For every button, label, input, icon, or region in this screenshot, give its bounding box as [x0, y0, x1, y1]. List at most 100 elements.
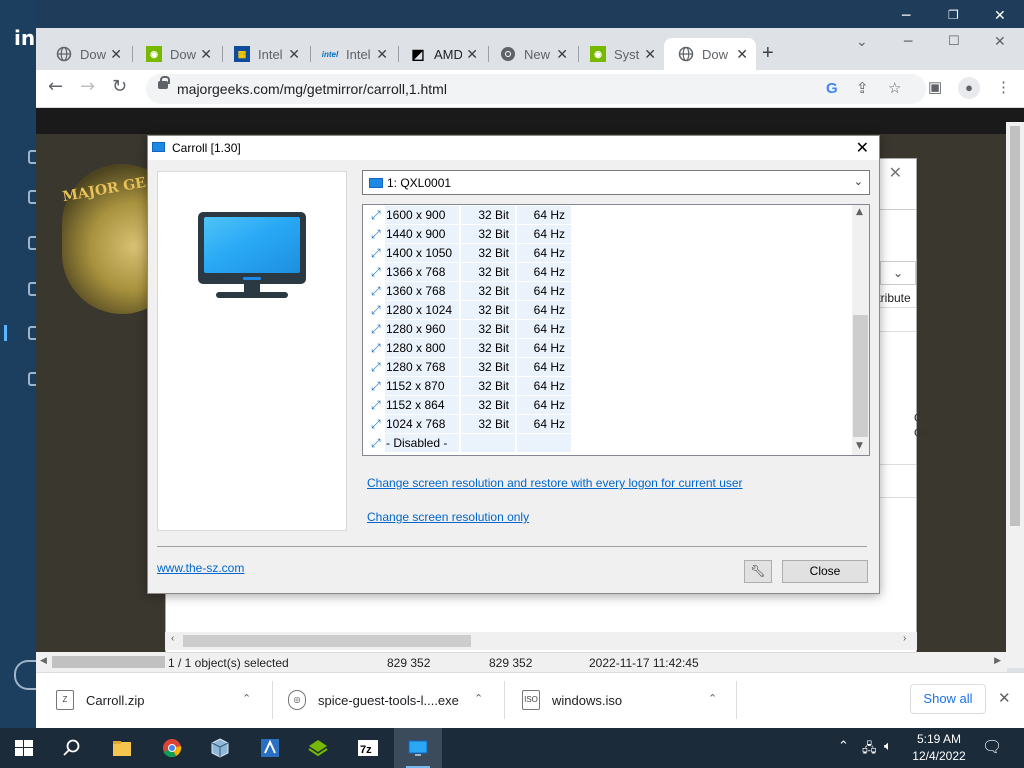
- sidebar-icon[interactable]: [28, 372, 36, 386]
- url-text[interactable]: majorgeeks.com/mg/getmirror/carroll,1.ht…: [177, 81, 447, 97]
- resolution-row[interactable]: ⤢ 1360 x 768 32 Bit 64 Hz: [363, 282, 851, 301]
- show-hidden-icons-icon[interactable]: ⌃: [838, 739, 849, 754]
- tab[interactable]: New ✕: [486, 38, 576, 70]
- scroll-up-icon[interactable]: ▲: [856, 207, 863, 217]
- chrome-button[interactable]: [148, 728, 196, 768]
- display-select[interactable]: 1: QXL0001 ⌄: [362, 170, 870, 195]
- 7zip-button[interactable]: 7z: [344, 728, 392, 768]
- download-item[interactable]: ◎ spice-guest-tools-l....exe ⌃: [288, 673, 520, 727]
- sidebar-bottom-icon[interactable]: [14, 660, 36, 690]
- page-horizontal-scrollbar-right[interactable]: ▶: [917, 652, 1007, 672]
- scroll-right-icon[interactable]: ▶: [994, 655, 1001, 666]
- scroll-thumb[interactable]: [183, 635, 471, 647]
- scroll-thumb[interactable]: [52, 656, 165, 668]
- bg-minimize-icon[interactable]: ─: [902, 8, 910, 24]
- new-tab-button[interactable]: +: [762, 42, 774, 65]
- sidebar-icon[interactable]: [28, 150, 36, 164]
- dialog-close-icon[interactable]: ✕: [856, 138, 869, 157]
- resolution-row[interactable]: ⤢ 1280 x 800 32 Bit 64 Hz: [363, 339, 851, 358]
- resolution-row[interactable]: ⤢ 1280 x 960 32 Bit 64 Hz: [363, 320, 851, 339]
- scroll-left-icon[interactable]: ◀: [40, 655, 47, 666]
- tab[interactable]: ◉ Dow ✕: [132, 38, 220, 70]
- volume-icon[interactable]: 🔈︎: [884, 739, 892, 754]
- resolution-row[interactable]: ⤢ 1400 x 1050 32 Bit 64 Hz: [363, 244, 851, 263]
- resolution-row[interactable]: ⤢ - Disabled -: [363, 434, 851, 453]
- tab[interactable]: Dow ✕: [42, 38, 130, 70]
- resolution-row[interactable]: ⤢ 1152 x 864 32 Bit 64 Hz: [363, 396, 851, 415]
- system-clock[interactable]: 5:19 AM 12/4/2022: [904, 731, 974, 765]
- chevron-up-icon[interactable]: ⌃: [242, 692, 251, 705]
- tab-close-icon[interactable]: ✕: [288, 46, 300, 63]
- file-explorer-button[interactable]: [98, 728, 146, 768]
- tab-close-icon[interactable]: ✕: [556, 46, 568, 63]
- page-scrollbar-thumb[interactable]: [1010, 126, 1020, 526]
- chevron-up-icon[interactable]: ⌃: [474, 692, 483, 705]
- download-item[interactable]: ISO windows.iso ⌃: [522, 673, 754, 727]
- resolution-row[interactable]: ⤢ 1366 x 768 32 Bit 64 Hz: [363, 263, 851, 282]
- app-button[interactable]: [246, 728, 294, 768]
- tab[interactable]: ◉ Syst ✕: [576, 38, 664, 70]
- page-horizontal-scrollbar[interactable]: ◀: [36, 652, 165, 672]
- explorer-horizontal-scrollbar[interactable]: ‹ ›: [165, 632, 917, 650]
- show-all-downloads-button[interactable]: Show all: [910, 684, 986, 714]
- scroll-left-icon[interactable]: ‹: [171, 633, 174, 644]
- download-item[interactable]: Z Carroll.zip ⌃: [56, 673, 288, 727]
- sidebar-icon[interactable]: [28, 236, 36, 250]
- lock-icon[interactable]: [158, 76, 170, 89]
- chevron-up-icon[interactable]: ⌃: [708, 692, 717, 705]
- tab[interactable]: ◩ AMD ✕: [396, 38, 486, 70]
- search-button[interactable]: [48, 728, 96, 768]
- resolution-row[interactable]: ⤢ 1024 x 768 32 Bit 64 Hz: [363, 415, 851, 434]
- resolution-row[interactable]: ⤢ 1152 x 870 32 Bit 64 Hz: [363, 377, 851, 396]
- maximize-icon[interactable]: ☐: [948, 34, 960, 49]
- sidebar-icon[interactable]: [28, 190, 36, 204]
- google-icon[interactable]: G: [826, 80, 838, 97]
- back-icon[interactable]: ←: [48, 76, 63, 97]
- reload-icon[interactable]: ↻: [112, 76, 127, 97]
- tab-close-icon[interactable]: ✕: [110, 46, 122, 63]
- resolution-row[interactable]: ⤢ 1280 x 1024 32 Bit 64 Hz: [363, 301, 851, 320]
- resolution-row[interactable]: ⤢ 1280 x 768 32 Bit 64 Hz: [363, 358, 851, 377]
- nvidia-app-button[interactable]: [294, 728, 342, 768]
- scroll-down-icon[interactable]: ▼: [856, 441, 863, 451]
- side-panel-icon[interactable]: ▣: [928, 78, 942, 96]
- settings-wrench-button[interactable]: 🔧︎: [744, 560, 772, 583]
- close-button[interactable]: Close: [782, 560, 868, 583]
- tab-close-icon[interactable]: ✕: [466, 46, 478, 63]
- explorer-combo-dropdown[interactable]: ⌄: [880, 261, 916, 285]
- list-scrollbar-thumb[interactable]: [853, 315, 868, 437]
- profile-avatar-icon[interactable]: ●: [958, 77, 980, 99]
- tab-close-icon[interactable]: ✕: [736, 46, 748, 63]
- resolution-row[interactable]: ⤢ 1600 x 900 32 Bit 64 Hz: [363, 206, 851, 225]
- forward-icon[interactable]: →: [80, 76, 95, 97]
- bg-close-icon[interactable]: ✕: [994, 8, 1006, 24]
- sidebar-icon[interactable]: [28, 326, 36, 340]
- start-button[interactable]: [0, 728, 48, 768]
- page-scrollbar[interactable]: [1006, 122, 1024, 668]
- minimize-icon[interactable]: ─: [904, 34, 912, 50]
- bg-restore-icon[interactable]: ❐: [948, 8, 959, 22]
- list-scrollbar[interactable]: ▲ ▼: [852, 205, 869, 455]
- tab-close-icon[interactable]: ✕: [644, 46, 656, 63]
- resolution-row[interactable]: ⤢ 1440 x 900 32 Bit 64 Hz: [363, 225, 851, 244]
- tab-close-icon[interactable]: ✕: [200, 46, 212, 63]
- tab-search-icon[interactable]: ⌄: [856, 34, 868, 50]
- explorer-close-icon[interactable]: ✕: [889, 163, 902, 183]
- change-only-link[interactable]: Change screen resolution only: [367, 510, 529, 524]
- tab-close-icon[interactable]: ✕: [376, 46, 388, 63]
- network-icon[interactable]: 🖧︎: [862, 739, 877, 761]
- share-icon[interactable]: ⇪: [856, 79, 869, 97]
- notification-center-icon[interactable]: 🗨︎: [982, 737, 1002, 756]
- tab[interactable]: ▦ Intel ✕: [220, 38, 308, 70]
- bookmark-star-icon[interactable]: ☆: [888, 79, 901, 97]
- tab[interactable]: intel Intel ✕: [308, 38, 396, 70]
- carroll-taskbar-button[interactable]: [394, 728, 442, 768]
- close-downloads-icon[interactable]: ✕: [998, 689, 1011, 707]
- close-icon[interactable]: ✕: [994, 34, 1006, 50]
- address-bar[interactable]: majorgeeks.com/mg/getmirror/carroll,1.ht…: [146, 74, 926, 104]
- scroll-right-icon[interactable]: ›: [903, 633, 906, 644]
- tab-active[interactable]: Dow ✕: [664, 38, 756, 70]
- sidebar-icon[interactable]: [28, 282, 36, 296]
- change-and-restore-link[interactable]: Change screen resolution and restore wit…: [367, 476, 743, 490]
- virtualbox-button[interactable]: [196, 728, 244, 768]
